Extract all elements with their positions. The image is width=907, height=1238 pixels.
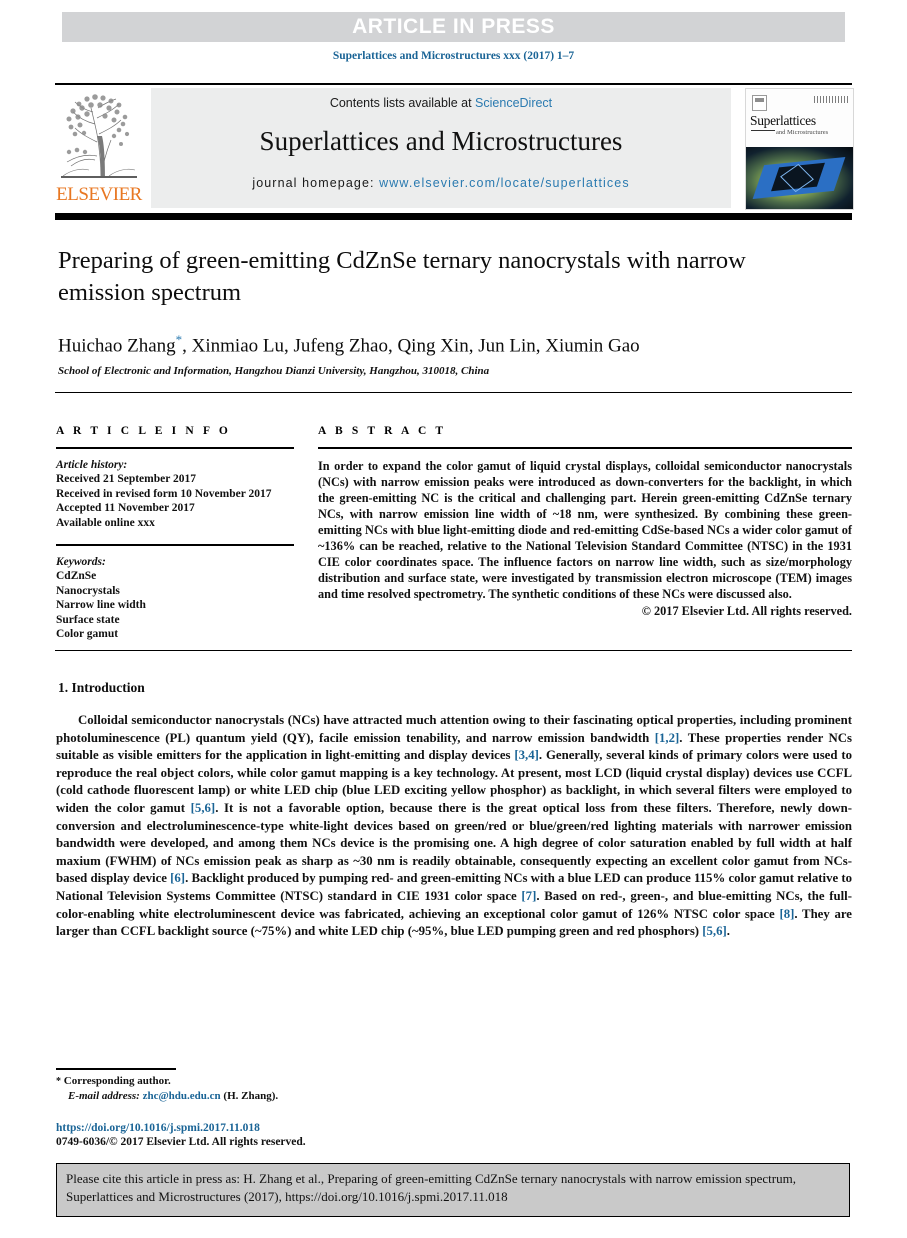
footnote-block: * Corresponding author. E-mail address: … [56,1074,506,1103]
keywords-label: Keywords: [56,555,106,568]
abstract-rule [318,447,852,449]
journal-cover-thumbnail[interactable]: Superlattices and Microstructures [745,88,854,210]
header-top-rule [55,83,852,85]
issn-copyright-line: 0749-6036/© 2017 Elsevier Ltd. All right… [56,1136,306,1148]
citation-ref[interactable]: [7] [521,889,536,903]
contents-prefix: Contents lists available at [329,96,476,110]
authors-remaining: , Xinmiao Lu, Jufeng Zhao, Qing Xin, Jun… [182,335,640,357]
homepage-link[interactable]: www.elsevier.com/locate/superlattices [379,176,630,190]
sciencedirect-link[interactable]: ScienceDirect [475,96,552,110]
author-list: Huichao Zhang*, Xinmiao Lu, Jufeng Zhao,… [58,332,838,357]
cover-barcode-icon [814,96,848,103]
article-info-label: A R T I C L E I N F O [56,425,231,437]
history-item: Received 21 September 2017 [56,473,196,485]
asterisk-icon: * [56,1076,61,1087]
email-owner: (H. Zhang). [223,1090,279,1102]
email-link[interactable]: zhc@hdu.edu.cn [143,1090,221,1102]
doi-link[interactable]: https://doi.org/10.1016/j.spmi.2017.11.0… [56,1122,260,1134]
corresponding-author-line: * Corresponding author. [56,1074,506,1089]
article-in-press-label: ARTICLE IN PRESS [352,15,555,38]
journal-header: ELSEVIER Contents lists available at Sci… [55,88,854,210]
cite-article-text: Please cite this article in press as: H.… [66,1171,796,1204]
abstract-copyright: © 2017 Elsevier Ltd. All rights reserved… [641,604,852,619]
email-label: E-mail address: [68,1090,140,1102]
keyword-item: Color gamut [56,628,119,640]
email-line: E-mail address: zhc@hdu.edu.cn (H. Zhang… [56,1089,506,1103]
keywords-rule [56,544,294,546]
cover-rule [751,130,775,131]
introduction-paragraph: Colloidal semiconductor nanocrystals (NC… [56,712,852,941]
paper-page: ARTICLE IN PRESS Superlattices and Micro… [0,0,907,1238]
article-history-block: Article history: Received 21 September 2… [56,458,294,531]
authors-divider [55,392,852,393]
citation-ref[interactable]: [1,2] [655,731,680,745]
contents-available-line: Contents lists available at ScienceDirec… [151,96,731,110]
keyword-item: Narrow line width [56,599,146,611]
elsevier-logo: ELSEVIER [55,88,143,208]
contents-panel: Contents lists available at ScienceDirec… [151,88,731,208]
author-first: Huichao Zhang [58,335,176,357]
keyword-item: Surface state [56,613,120,626]
history-item: Available online xxx [56,516,155,529]
cover-artwork [746,147,853,209]
abstract-column: A B S T R A C T In order to expand the c… [318,425,852,619]
citation-ref[interactable]: [8] [779,907,794,921]
running-head: Superlattices and Microstructures xxx (2… [332,50,575,62]
elsevier-tree-icon [57,90,141,182]
article-history-label: Article history: [56,458,128,471]
affiliation: School of Electronic and Information, Ha… [58,365,490,377]
abstract-divider [55,650,852,651]
citation-ref[interactable]: [6] [170,871,185,885]
journal-homepage-line: journal homepage: www.elsevier.com/locat… [151,176,731,190]
corresponding-author-text: Corresponding author. [63,1075,171,1087]
section-heading-introduction: 1. Introduction [58,680,145,695]
cover-title: Superlattices [750,113,816,128]
homepage-prefix: journal homepage: [252,176,380,190]
citation-ref[interactable]: [5,6] [702,924,727,938]
keywords-block: Keywords: CdZnSe Nanocrystals Narrow lin… [56,555,294,642]
abstract-label: A B S T R A C T [318,425,447,437]
footnote-rule [56,1068,176,1070]
abstract-text: In order to expand the color gamut of li… [318,458,852,602]
elsevier-wordmark: ELSEVIER [56,184,142,205]
cover-subtitle: and Microstructures [776,129,829,136]
article-in-press-band: ARTICLE IN PRESS [62,12,845,42]
cite-article-box: Please cite this article in press as: H.… [56,1163,850,1217]
citation-ref[interactable]: [5,6] [191,801,216,815]
intro-text-8: . [726,924,730,939]
citation-ref[interactable]: [3,4] [514,748,539,762]
page-title: Preparing of green-emitting CdZnSe terna… [58,247,746,306]
keyword-item: CdZnSe [56,570,97,582]
cover-top-area: Superlattices and Microstructures [746,89,853,151]
history-item: Accepted 11 November 2017 [56,502,195,514]
article-info-column: A R T I C L E I N F O Article history: R… [56,425,294,642]
cover-elsevier-mark-icon [752,95,767,111]
header-bottom-rule [55,213,852,220]
article-info-rule [56,447,294,449]
journal-name: Superlattices and Microstructures [259,126,623,156]
history-item: Received in revised form 10 November 201… [56,487,272,500]
keyword-item: Nanocrystals [56,584,120,597]
